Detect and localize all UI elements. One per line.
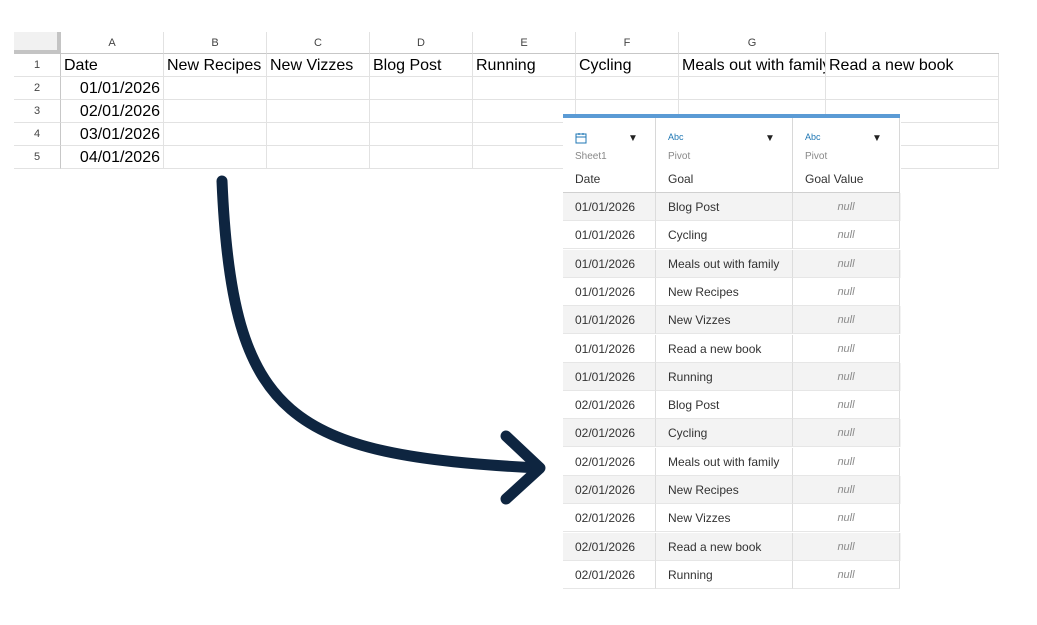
goal-cell[interactable]: Meals out with family: [656, 249, 793, 278]
goal-cell[interactable]: Cycling: [656, 419, 793, 448]
pivot-row[interactable]: 02/01/2026 Read a new book null: [563, 532, 901, 561]
pivot-row[interactable]: 02/01/2026 New Vizzes null: [563, 504, 901, 533]
date-cell[interactable]: 01/01/2026: [563, 221, 656, 250]
goal-value-cell[interactable]: null: [793, 334, 900, 363]
goal-cell[interactable]: Read a new book: [656, 532, 793, 561]
pivot-row[interactable]: 02/01/2026 Running null: [563, 560, 901, 589]
date-cell[interactable]: 02/01/2026: [563, 391, 656, 420]
pivot-column-header[interactable]: Abc ▼ Pivot Goal: [656, 118, 793, 193]
pivot-row[interactable]: 02/01/2026 Cycling null: [563, 419, 901, 448]
column-menu-dropdown-icon[interactable]: ▼: [765, 133, 775, 144]
date-cell[interactable]: 01/01/2026: [563, 249, 656, 278]
column-source-label: Pivot: [805, 151, 828, 162]
pivot-row[interactable]: 02/01/2026 Meals out with family null: [563, 447, 901, 476]
date-cell[interactable]: 01/01/2026: [563, 193, 656, 221]
goal-cell[interactable]: Blog Post: [656, 193, 793, 221]
goal-value-cell[interactable]: null: [793, 391, 900, 420]
calendar-icon: [575, 132, 587, 146]
goal-value-cell[interactable]: null: [793, 249, 900, 278]
goal-value-cell[interactable]: null: [793, 560, 900, 589]
date-cell[interactable]: 02/01/2026: [563, 532, 656, 561]
pivot-row[interactable]: 01/01/2026 Running null: [563, 362, 901, 391]
pivot-column-header[interactable]: ▼ Sheet1 Date: [563, 118, 656, 193]
string-type-icon: Abc: [668, 132, 684, 142]
date-cell[interactable]: 01/01/2026: [563, 334, 656, 363]
goal-cell[interactable]: New Vizzes: [656, 306, 793, 335]
date-cell[interactable]: 01/01/2026: [563, 306, 656, 335]
pivot-row[interactable]: 01/01/2026 Cycling null: [563, 221, 901, 250]
goal-value-cell[interactable]: null: [793, 504, 900, 533]
pivot-row[interactable]: 01/01/2026 New Recipes null: [563, 277, 901, 306]
goal-cell[interactable]: Cycling: [656, 221, 793, 250]
pivot-row[interactable]: 01/01/2026 Read a new book null: [563, 334, 901, 363]
pivot-row[interactable]: 02/01/2026 New Recipes null: [563, 476, 901, 504]
goal-value-cell[interactable]: null: [793, 476, 900, 504]
date-cell[interactable]: 02/01/2026: [563, 476, 656, 504]
date-cell[interactable]: 02/01/2026: [563, 419, 656, 448]
goal-value-cell[interactable]: null: [793, 221, 900, 250]
goal-value-cell[interactable]: null: [793, 447, 900, 476]
date-cell[interactable]: 02/01/2026: [563, 504, 656, 533]
goal-cell[interactable]: Running: [656, 362, 793, 391]
goal-cell[interactable]: Read a new book: [656, 334, 793, 363]
column-name: Date: [575, 172, 601, 186]
goal-value-cell[interactable]: null: [793, 419, 900, 448]
column-menu-dropdown-icon[interactable]: ▼: [872, 133, 882, 144]
goal-cell[interactable]: New Recipes: [656, 277, 793, 306]
goal-value-cell[interactable]: null: [793, 193, 900, 221]
date-cell[interactable]: 01/01/2026: [563, 277, 656, 306]
pivot-preview-grid: ▼ Sheet1 Date Abc ▼ Pivot Goal Abc ▼ Pivot Goal Va…: [563, 114, 901, 595]
goal-cell[interactable]: Blog Post: [656, 391, 793, 420]
date-cell[interactable]: 02/01/2026: [563, 447, 656, 476]
pivot-column-header[interactable]: Abc ▼ Pivot Goal Value: [793, 118, 900, 193]
date-cell[interactable]: 01/01/2026: [563, 362, 656, 391]
goal-cell[interactable]: New Vizzes: [656, 504, 793, 533]
goal-cell[interactable]: Running: [656, 560, 793, 589]
column-name: Goal Value: [805, 172, 864, 186]
column-source-label: Pivot: [668, 151, 691, 162]
pivot-row[interactable]: 01/01/2026 Blog Post null: [563, 193, 901, 221]
column-name: Goal: [668, 172, 694, 186]
column-menu-dropdown-icon[interactable]: ▼: [628, 133, 638, 144]
goal-value-cell[interactable]: null: [793, 306, 900, 335]
goal-value-cell[interactable]: null: [793, 277, 900, 306]
pivot-row[interactable]: 01/01/2026 Meals out with family null: [563, 249, 901, 278]
goal-cell[interactable]: Meals out with family: [656, 447, 793, 476]
pivot-row[interactable]: 02/01/2026 Blog Post null: [563, 391, 901, 420]
goal-cell[interactable]: New Recipes: [656, 476, 793, 504]
column-source-label: Sheet1: [575, 151, 607, 162]
goal-value-cell[interactable]: null: [793, 532, 900, 561]
date-cell[interactable]: 02/01/2026: [563, 560, 656, 589]
string-type-icon: Abc: [805, 132, 821, 142]
pivot-row[interactable]: 01/01/2026 New Vizzes null: [563, 306, 901, 335]
goal-value-cell[interactable]: null: [793, 362, 900, 391]
